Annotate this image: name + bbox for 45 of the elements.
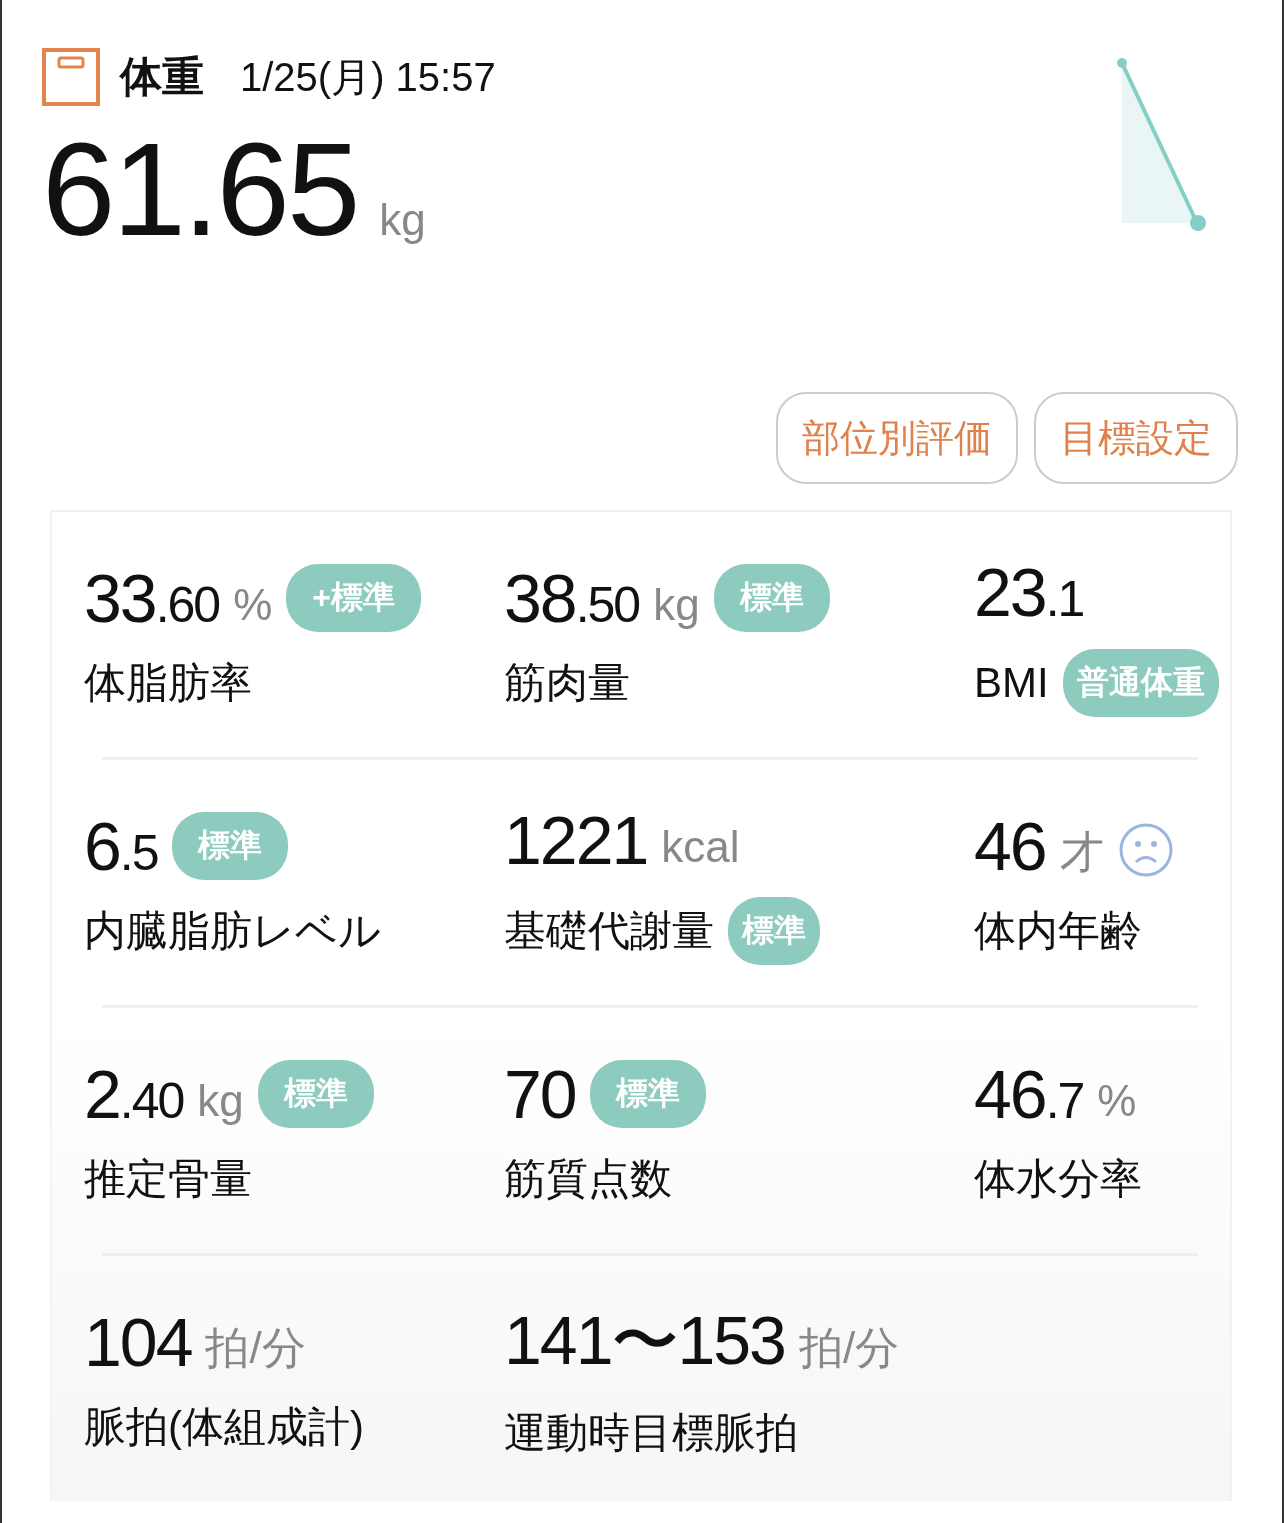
metric-unit: kcal <box>661 821 740 872</box>
metric-label: 運動時目標脈拍 <box>504 1408 798 1458</box>
metric-unit: % <box>1097 1075 1137 1126</box>
metric-value: 2.40 <box>84 1054 184 1133</box>
metric-label: 体脂肪率 <box>84 657 252 708</box>
metric-label: 筋肉量 <box>504 657 630 708</box>
metric-unit: 才 <box>1059 826 1104 878</box>
metric-value: 23.1 <box>974 552 1084 631</box>
metric-label: 筋質点数 <box>504 1153 672 1204</box>
metric-value: 33.60 <box>84 558 220 637</box>
metric-label: 内臓脂肪レベル <box>84 905 381 956</box>
metric-value: 38.50 <box>504 558 640 637</box>
metric-unit: kg <box>197 1075 244 1126</box>
metric-label: 推定骨量 <box>84 1153 252 1204</box>
weight-value: 61.65 <box>42 124 358 256</box>
status-badge: 標準 <box>257 1059 374 1128</box>
metric-label: 基礎代謝量 <box>504 905 714 956</box>
weight-title: 体重 <box>120 52 204 102</box>
metric-unit: 拍/分 <box>798 1322 900 1374</box>
metric-value: 6.5 <box>84 806 158 885</box>
metric-value: 104 <box>84 1302 192 1381</box>
metric-label: BMI <box>974 658 1049 707</box>
status-badge: 標準 <box>171 811 288 880</box>
metric-value: 46 <box>974 806 1046 885</box>
metric-label: 体内年齢 <box>974 905 1142 956</box>
metric-label: 脈拍(体組成計) <box>84 1401 364 1452</box>
status-badge: 標準 <box>589 1059 706 1128</box>
metric-value: 46.7 <box>974 1054 1084 1133</box>
status-badge: +標準 <box>286 563 421 632</box>
metric-unit: kg <box>653 579 700 630</box>
metric-value: 141〜153 <box>504 1301 785 1380</box>
metric-label: 体水分率 <box>974 1153 1142 1204</box>
action-button[interactable]: 目標設定 <box>1034 392 1238 484</box>
status-badge: 標準 <box>728 896 820 965</box>
metric-value: 1221 <box>504 800 648 879</box>
status-badge: 普通体重 <box>1062 648 1219 717</box>
metric-value: 70 <box>504 1054 576 1133</box>
measurement-datetime: 1/25(月) 15:57 <box>240 53 496 101</box>
status-badge: 標準 <box>713 563 830 632</box>
weight-unit: kg <box>379 195 426 245</box>
scale-icon <box>42 48 100 106</box>
metric-unit: 拍/分 <box>205 1322 306 1374</box>
sad-face-icon <box>1117 821 1174 878</box>
metric-unit: % <box>233 579 273 630</box>
action-button[interactable]: 部位別評価 <box>776 392 1018 484</box>
